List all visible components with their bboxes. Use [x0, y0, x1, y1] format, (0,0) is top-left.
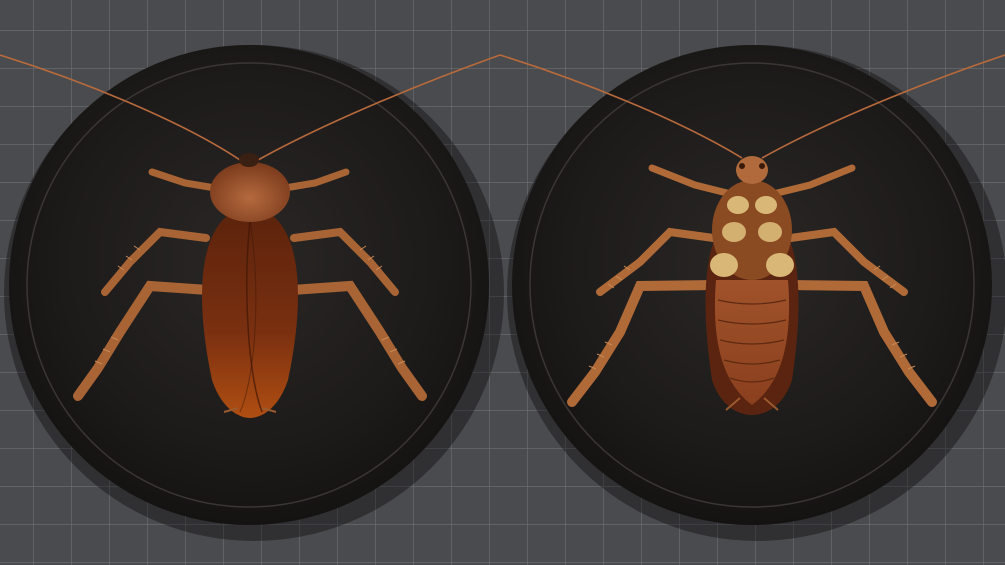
coxa-pad — [722, 222, 746, 242]
coxa-pad — [727, 196, 749, 214]
coxa-pad — [755, 196, 777, 214]
head — [239, 153, 259, 167]
eye — [739, 163, 745, 169]
coxa-pad — [710, 253, 738, 277]
coxa-pad — [758, 222, 782, 242]
wings — [202, 205, 298, 418]
specimen-dorsal — [0, 45, 504, 541]
eye — [759, 163, 765, 169]
coxa-pad — [766, 253, 794, 277]
head — [736, 156, 768, 184]
specimen-scene — [0, 0, 1005, 565]
pronotum — [210, 162, 290, 222]
